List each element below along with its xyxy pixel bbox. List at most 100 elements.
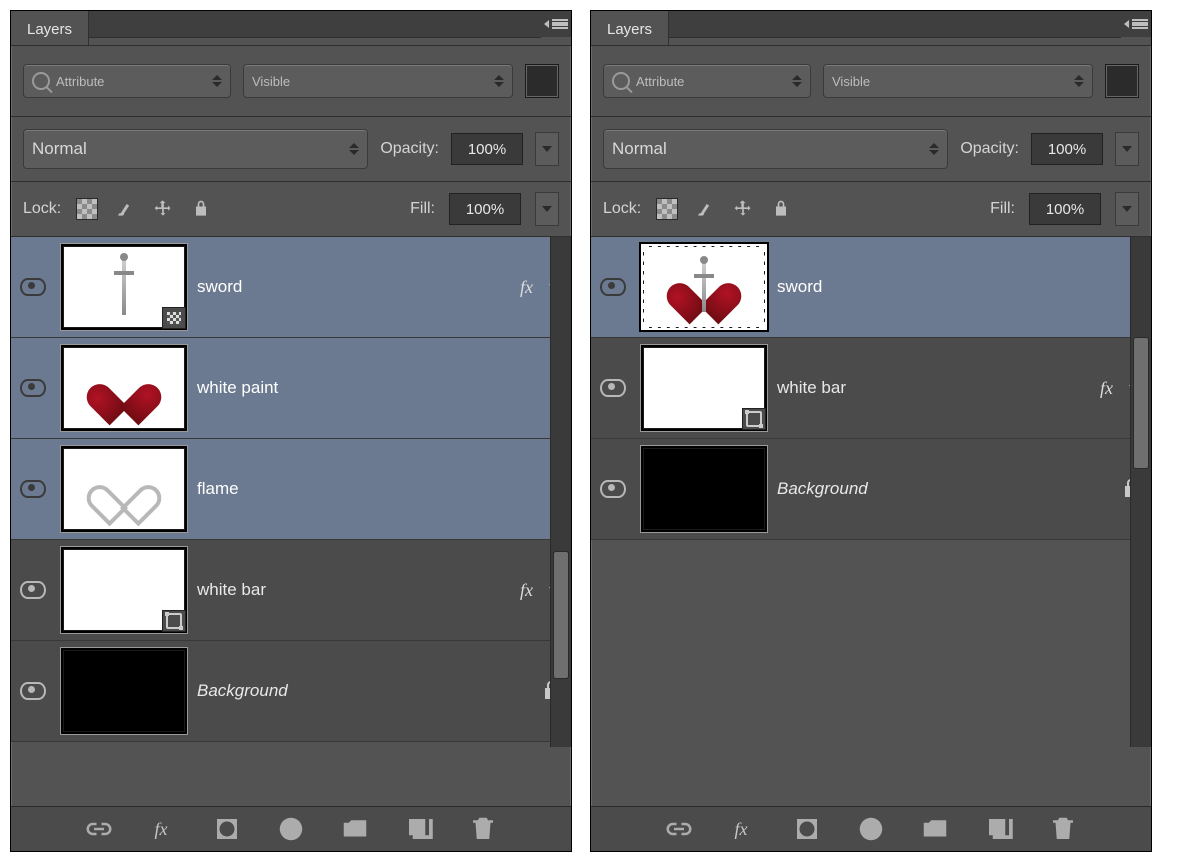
blend-mode-dropdown[interactable]: Normal bbox=[603, 129, 948, 169]
visibility-toggle[interactable] bbox=[15, 379, 51, 397]
layer-name[interactable]: white paint bbox=[197, 378, 563, 398]
lock-pixels-button[interactable] bbox=[693, 198, 717, 220]
add-mask-button[interactable] bbox=[212, 816, 242, 842]
panel-menu-button[interactable] bbox=[1121, 11, 1151, 37]
tab-strip bbox=[669, 11, 1121, 38]
adjust-icon bbox=[276, 814, 306, 844]
folder-icon bbox=[340, 814, 370, 844]
layer-name[interactable]: sword bbox=[197, 277, 508, 297]
layer-style-button[interactable]: fx bbox=[148, 816, 178, 842]
layer-row[interactable]: white bar fx bbox=[591, 338, 1151, 439]
layer-row[interactable]: white paint bbox=[11, 338, 571, 439]
layer-name[interactable]: Background bbox=[777, 479, 1107, 499]
layer-row[interactable]: flame bbox=[11, 439, 571, 540]
opacity-slider-button[interactable] bbox=[1115, 132, 1139, 166]
attribute-filter-dropdown[interactable]: Attribute bbox=[23, 64, 231, 98]
folder-icon bbox=[920, 814, 950, 844]
layer-name[interactable]: white bar bbox=[777, 378, 1088, 398]
panel-header: Layers bbox=[591, 11, 1151, 46]
layer-style-button[interactable]: fx bbox=[728, 816, 758, 842]
visibility-toggle[interactable] bbox=[15, 480, 51, 498]
layer-row[interactable]: white bar fx bbox=[11, 540, 571, 641]
blend-mode-value: Normal bbox=[32, 139, 87, 159]
fx-indicator[interactable]: fx bbox=[520, 580, 533, 601]
adjust-icon bbox=[856, 814, 886, 844]
panel-footer: fx bbox=[591, 806, 1151, 851]
fill-value-input[interactable]: 100% bbox=[1029, 193, 1101, 225]
scrollbar-thumb[interactable] bbox=[1133, 337, 1149, 469]
layer-thumbnail[interactable] bbox=[643, 347, 765, 429]
fill-slider-button[interactable] bbox=[535, 192, 559, 226]
layer-filter-row: Attribute Visible bbox=[591, 46, 1151, 117]
layer-thumbnail[interactable] bbox=[643, 448, 765, 530]
opacity-slider-button[interactable] bbox=[535, 132, 559, 166]
lock-all-button[interactable] bbox=[769, 198, 793, 220]
lock-position-button[interactable] bbox=[731, 198, 755, 220]
vector-mask-badge-icon bbox=[162, 610, 186, 632]
lock-all-button[interactable] bbox=[189, 198, 213, 220]
heart-thumb-art bbox=[100, 367, 148, 409]
layer-row[interactable]: swordfx bbox=[11, 237, 571, 338]
fill-value-input[interactable]: 100% bbox=[449, 193, 521, 225]
layers-tab[interactable]: Layers bbox=[591, 11, 669, 45]
visibility-toggle[interactable] bbox=[595, 480, 631, 498]
visibility-toggle[interactable] bbox=[595, 278, 631, 296]
layer-name[interactable]: white bar bbox=[197, 580, 508, 600]
layer-row[interactable]: Background bbox=[591, 439, 1151, 540]
layer-name[interactable]: sword bbox=[777, 277, 1143, 297]
fill-slider-button[interactable] bbox=[1115, 192, 1139, 226]
link-layers-button[interactable] bbox=[664, 816, 694, 842]
filter-toggle-switch[interactable] bbox=[525, 64, 559, 98]
add-mask-button[interactable] bbox=[792, 816, 822, 842]
layers-scrollbar[interactable] bbox=[550, 237, 571, 747]
lock-label: Lock: bbox=[603, 200, 641, 218]
delete-layer-button[interactable] bbox=[468, 816, 498, 842]
adjustment-layer-button[interactable] bbox=[856, 816, 886, 842]
delete-layer-button[interactable] bbox=[1048, 816, 1078, 842]
visibility-toggle[interactable] bbox=[15, 278, 51, 296]
panel-menu-button[interactable] bbox=[541, 11, 571, 37]
layer-thumbnail[interactable] bbox=[63, 246, 185, 328]
layer-name[interactable]: flame bbox=[197, 479, 563, 499]
fx-indicator[interactable]: fx bbox=[1100, 378, 1113, 399]
lock-transparency-button[interactable] bbox=[75, 198, 99, 220]
layer-thumbnail[interactable] bbox=[63, 448, 185, 530]
visibility-toggle[interactable] bbox=[15, 682, 51, 700]
trash-icon bbox=[468, 814, 498, 844]
layer-row[interactable]: Background bbox=[11, 641, 571, 742]
new-layer-button[interactable] bbox=[984, 816, 1014, 842]
new-group-button[interactable] bbox=[920, 816, 950, 842]
layer-row[interactable]: sword bbox=[591, 237, 1151, 338]
layer-thumbnail[interactable] bbox=[63, 650, 185, 732]
fx-icon: fx bbox=[155, 819, 168, 840]
layer-thumbnail[interactable] bbox=[63, 347, 185, 429]
layers-scrollbar[interactable] bbox=[1130, 237, 1151, 747]
trash-icon bbox=[1048, 814, 1078, 844]
layer-thumbnail[interactable] bbox=[63, 549, 185, 631]
attribute-filter-dropdown[interactable]: Attribute bbox=[603, 64, 811, 98]
visibility-filter-label: Visible bbox=[252, 74, 290, 89]
layer-thumbnail[interactable] bbox=[643, 246, 765, 328]
new-group-button[interactable] bbox=[340, 816, 370, 842]
scrollbar-thumb[interactable] bbox=[553, 551, 569, 679]
lock-fill-row: Lock:Fill:100% bbox=[591, 182, 1151, 237]
adjustment-layer-button[interactable] bbox=[276, 816, 306, 842]
blend-mode-dropdown[interactable]: Normal bbox=[23, 129, 368, 169]
filter-toggle-switch[interactable] bbox=[1105, 64, 1139, 98]
opacity-value-input[interactable]: 100% bbox=[1031, 133, 1103, 165]
visibility-toggle[interactable] bbox=[595, 379, 631, 397]
lock-transparency-button[interactable] bbox=[655, 198, 679, 220]
link-layers-button[interactable] bbox=[84, 816, 114, 842]
visibility-filter-dropdown[interactable]: Visible bbox=[823, 64, 1093, 98]
fx-indicator[interactable]: fx bbox=[520, 277, 533, 298]
lock-position-button[interactable] bbox=[151, 198, 175, 220]
visibility-filter-dropdown[interactable]: Visible bbox=[243, 64, 513, 98]
lock-pixels-button[interactable] bbox=[113, 198, 137, 220]
visibility-toggle[interactable] bbox=[15, 581, 51, 599]
layers-tab[interactable]: Layers bbox=[11, 11, 89, 45]
new-layer-button[interactable] bbox=[404, 816, 434, 842]
opacity-value-input[interactable]: 100% bbox=[451, 133, 523, 165]
eye-icon bbox=[20, 581, 46, 599]
eye-icon bbox=[600, 379, 626, 397]
layer-name[interactable]: Background bbox=[197, 681, 527, 701]
